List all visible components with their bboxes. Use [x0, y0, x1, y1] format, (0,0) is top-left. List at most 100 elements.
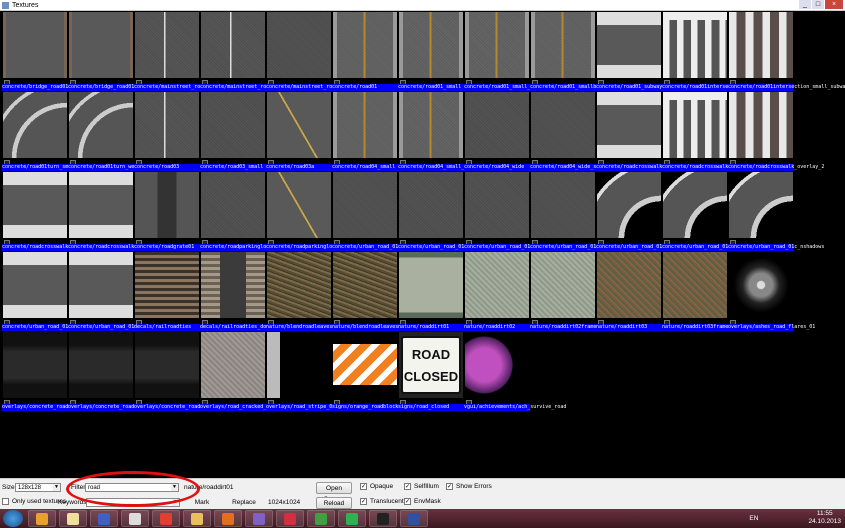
texture-tile[interactable]: decals/railroadties: [134, 252, 200, 332]
texture-tile[interactable]: concrete/bridge_road01a: [2, 12, 71, 92]
texture-tile[interactable]: concrete/urban_road_01c_damaged: [662, 172, 755, 252]
texture-tile[interactable]: ROAD CLOSED signs/road_closed: [398, 332, 464, 412]
translucent-checkbox[interactable]: ✓ Translucent: [360, 498, 404, 505]
start-button[interactable]: [3, 510, 23, 527]
texture-tile[interactable]: concrete/road04_wide_subway: [530, 92, 611, 172]
show-errors-checkbox[interactable]: ✓ Show Errors: [446, 483, 492, 490]
taskbar-paint-button[interactable]: [59, 510, 87, 527]
texture-grid[interactable]: concrete/bridge_road01a concrete/bridge_r…: [2, 12, 845, 477]
texture-tile[interactable]: concrete/urban_road_01d: [2, 252, 71, 332]
texture-preview: [201, 172, 265, 238]
texture-tile[interactable]: concrete/road01_small: [398, 12, 464, 92]
texture-preview: [597, 172, 661, 238]
texture-tile[interactable]: overlays/ashes_road_flares_01: [728, 252, 815, 332]
taskbar-pix-button[interactable]: [121, 510, 149, 527]
texture-tile[interactable]: concrete/road04_small_subway: [398, 92, 482, 172]
texture-tile[interactable]: decals/railroadties_docks: [200, 252, 276, 332]
taskbar-utorrent-button[interactable]: [307, 510, 335, 527]
taskbar-hammer-button[interactable]: [400, 510, 428, 527]
texture-tile[interactable]: nature/roaddirt03: [596, 252, 662, 332]
taskbar-explorer-button[interactable]: [183, 510, 211, 527]
texture-tile[interactable]: concrete/roadgrate01: [134, 172, 200, 252]
only-used-checkbox[interactable]: Only used textures: [2, 498, 66, 505]
clock[interactable]: 11:55 24.10.2013: [808, 510, 841, 526]
envmask-checkbox[interactable]: ✓ EnvMask: [404, 498, 441, 505]
minimize-button[interactable]: _: [799, 0, 811, 9]
texture-tile[interactable]: nature/blendroadleaves01: [266, 252, 338, 332]
close-button[interactable]: ×: [825, 0, 843, 9]
texture-tile[interactable]: concrete/mainstreet_road01c: [266, 12, 347, 92]
texture-tile[interactable]: nature/blendroadleaves01b: [332, 252, 407, 332]
texture-tile[interactable]: signs/orange_roadblocks: [332, 332, 401, 412]
texture-tile[interactable]: nature/roaddirt02: [464, 252, 530, 332]
texture-tile[interactable]: overlays/concrete_road01b: [68, 332, 143, 412]
texture-tile[interactable]: vgui/achievements/ach_survive_road: [464, 332, 566, 412]
taskbar-media-player-button[interactable]: [214, 510, 242, 527]
language-indicator[interactable]: EN: [749, 515, 758, 522]
texture-tile[interactable]: overlays/road_cracked_00: [200, 332, 272, 412]
texture-tile[interactable]: concrete/road01: [332, 12, 398, 92]
taskbar-visual-studio-button[interactable]: [245, 510, 273, 527]
reload-button[interactable]: Reload: [316, 497, 352, 509]
texture-tile[interactable]: concrete/urban_road_01b_damaged: [530, 172, 623, 252]
texture-tile[interactable]: nature/roaddirt01: [398, 252, 464, 332]
texture-tile[interactable]: overlays/road_stripe_00: [266, 332, 335, 412]
taskbar-mail-button[interactable]: [338, 510, 366, 527]
texture-tile[interactable]: nature/roaddirt03frame: [662, 252, 728, 332]
texture-tile[interactable]: concrete/road04_wide: [464, 92, 530, 172]
texture-preview: [729, 252, 793, 318]
texture-tile[interactable]: concrete/road03_small: [200, 92, 266, 172]
size-select[interactable]: 128x128 ▼: [15, 483, 61, 492]
taskbar-steam-launcher-button[interactable]: [90, 510, 118, 527]
texture-tile[interactable]: concrete/mainstreet_road01: [134, 12, 212, 92]
clock-time: 11:55: [816, 510, 833, 517]
taskbar-chrome-button[interactable]: [152, 510, 180, 527]
texture-label: concrete/urban_road_01c_nshadows: [728, 244, 825, 251]
texture-tile[interactable]: concrete/road01turn_small_subway: [2, 92, 98, 172]
texture-tile[interactable]: concrete/road01_smallbump: [530, 12, 605, 92]
texture-tile[interactable]: concrete/road01_subway: [596, 12, 662, 92]
texture-tile[interactable]: overlays/concrete_road01a: [2, 332, 78, 412]
texture-tile[interactable]: concrete/urban_road_01a: [332, 172, 401, 252]
selfillum-checkbox[interactable]: ✓ SelfIllum: [404, 483, 439, 490]
texture-tile[interactable]: concrete/road04_small: [332, 92, 398, 172]
texture-tile[interactable]: concrete/road01turn_wet: [68, 92, 137, 172]
texture-tile[interactable]: concrete/bridge_road01a_dirty: [68, 12, 155, 92]
texture-tile[interactable]: overlays/concrete_road01d: [134, 332, 209, 412]
texture-preview: [531, 12, 595, 78]
texture-preview: [399, 252, 463, 318]
texture-tile[interactable]: concrete/roadparkinglot_stripes: [266, 172, 359, 252]
mark-button[interactable]: Mark: [184, 497, 220, 509]
texture-tile[interactable]: concrete/urban_road_01d_damaged: [68, 252, 161, 332]
texture-tile[interactable]: concrete/roadparkinglot: [200, 172, 269, 252]
taskbar-save-button[interactable]: [276, 510, 304, 527]
texture-tile[interactable]: concrete/roadcrosswalk_small: [2, 172, 86, 252]
texture-tile[interactable]: concrete/urban_road_01c: [596, 172, 665, 252]
texture-label: concrete/road01_subway: [596, 84, 663, 91]
texture-tile[interactable]: nature/roaddirt02frame: [530, 252, 596, 332]
opaque-checkbox[interactable]: ✓ Opaque: [360, 483, 393, 490]
texture-tile[interactable]: concrete/road03: [134, 92, 200, 172]
texture-tile[interactable]: concrete/urban_road_01a_damaged: [398, 172, 491, 252]
hammer-icon: [408, 512, 420, 525]
maximize-button[interactable]: □: [812, 0, 824, 9]
texture-tile[interactable]: concrete/roadcrosswalk: [596, 92, 662, 172]
texture-label: overlays/concrete_road01a: [2, 404, 78, 411]
taskbar-steam-button[interactable]: [369, 510, 397, 527]
texture-tile[interactable]: concrete/road03a: [266, 92, 332, 172]
texture-tile[interactable]: concrete/road01intersection_small_subway: [728, 12, 845, 92]
replace-button[interactable]: Replace: [226, 497, 262, 509]
texture-tile[interactable]: concrete/roadcrosswalk_overlay_2: [728, 92, 824, 172]
texture-tile[interactable]: concrete/roadcrosswalk_small2: [68, 172, 155, 252]
texture-tile[interactable]: concrete/mainstreet_road01b: [200, 12, 281, 92]
texture-tile[interactable]: concrete/roadcrosswalk_overlay: [662, 92, 752, 172]
texture-tile[interactable]: concrete/road01_small_subway: [464, 12, 548, 92]
open-source-button[interactable]: Open Source: [316, 482, 352, 503]
texture-tile[interactable]: concrete/road01intersection: [662, 12, 743, 92]
tray-icons[interactable]: [763, 514, 803, 522]
texture-tile[interactable]: concrete/urban_road_01b: [464, 172, 533, 252]
texture-tile[interactable]: concrete/urban_road_01c_nshadows: [728, 172, 825, 252]
system-tray: EN 11:55 24.10.2013: [749, 510, 841, 526]
taskbar-winamp-button[interactable]: [28, 510, 56, 527]
texture-label: decals/railroadties_docks: [200, 324, 276, 331]
